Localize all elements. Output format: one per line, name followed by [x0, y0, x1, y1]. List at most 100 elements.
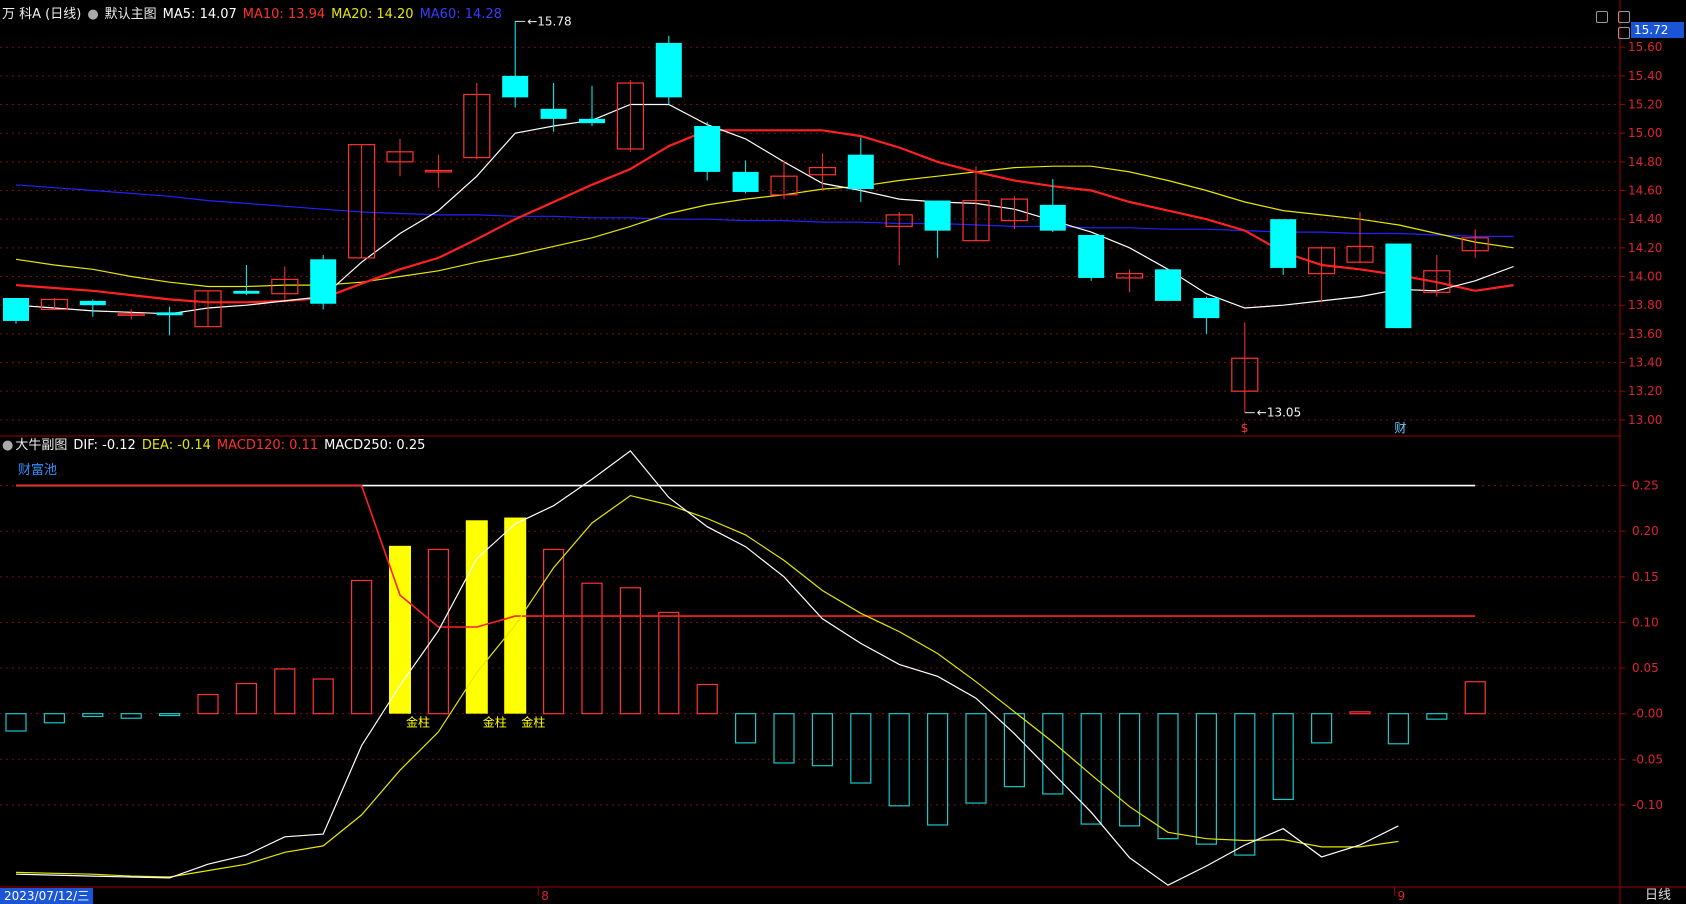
- candle-body: [1155, 269, 1181, 301]
- candle: [1193, 296, 1220, 334]
- current-price-tag: 15.72: [1631, 22, 1684, 38]
- macd-bar: [351, 579, 373, 715]
- month-label: 9: [1398, 889, 1406, 903]
- sub-settings-icon[interactable]: ●: [2, 438, 13, 453]
- candle: [924, 200, 951, 258]
- candle-body: [310, 259, 337, 304]
- macd-bar: [696, 683, 718, 715]
- candle: [156, 306, 183, 336]
- macd-bar: [965, 713, 987, 804]
- maximize-icon[interactable]: [1618, 11, 1630, 23]
- ma5-value: MA5: 14.07: [162, 7, 237, 22]
- macd-bar: [811, 713, 834, 767]
- panel-toggle-icon[interactable]: [1618, 27, 1630, 39]
- y-tick-label: 0.25: [1632, 479, 1659, 493]
- golden-bar-label: 金柱: [483, 715, 507, 730]
- dif-value: DIF: -0.12: [73, 438, 136, 453]
- collapse-icon[interactable]: [1596, 11, 1608, 23]
- candle: [1155, 269, 1181, 301]
- macd-bar: [1310, 713, 1333, 744]
- candle: [616, 80, 645, 152]
- candle: [233, 265, 260, 296]
- macd-bar: [5, 713, 27, 732]
- candle-body: [540, 108, 567, 119]
- macd-bar: [159, 713, 181, 717]
- candle: [1115, 269, 1144, 293]
- y-tick-label: 13.60: [1628, 327, 1662, 341]
- macd-bar: [274, 668, 296, 715]
- y-tick-label: 0.10: [1632, 615, 1659, 629]
- y-tick-label: 14.40: [1628, 212, 1662, 226]
- macd-bar: [1195, 713, 1218, 845]
- candle-body: [924, 200, 951, 231]
- cursor-date: 2023/07/12/三: [0, 888, 93, 904]
- candle-body: [732, 171, 759, 192]
- candle-body: [3, 298, 29, 321]
- sub-panel-name[interactable]: 大牛副图: [15, 438, 67, 453]
- macd-bar: [773, 713, 795, 764]
- macd-bar: [1118, 713, 1141, 827]
- macd-bar: [82, 713, 104, 718]
- candle-body: [694, 126, 721, 172]
- macd-bar: [1464, 681, 1486, 715]
- golden-bar-label: 金柱: [406, 715, 430, 730]
- y-tick-label: 13.20: [1628, 384, 1662, 398]
- candle: [655, 35, 682, 105]
- candle: [1270, 219, 1297, 276]
- ma10-value: MA10: 13.94: [242, 7, 326, 22]
- stock-name[interactable]: 万 科A (日线): [2, 7, 81, 22]
- y-tick-label: -0.05: [1632, 752, 1663, 766]
- candle: [271, 266, 299, 300]
- y-tick-label: 0.20: [1632, 524, 1659, 538]
- candle: [885, 212, 913, 266]
- macd-bar: [1272, 713, 1294, 801]
- candle-body: [79, 300, 106, 306]
- macd-bar: [1157, 713, 1179, 840]
- macd-bar: [619, 587, 642, 715]
- ma5-line: [15, 103, 1514, 315]
- macd-bar: [850, 713, 872, 784]
- candle-body: [502, 75, 529, 98]
- event-marker: 财: [1394, 421, 1406, 435]
- y-tick-label: 14.20: [1628, 241, 1662, 255]
- y-tick-label: 14.00: [1628, 270, 1662, 284]
- macd-bar: [734, 713, 757, 744]
- macd250-value: MACD250: 0.25: [324, 438, 426, 453]
- macd-bar: [1387, 713, 1410, 745]
- macd-bar: [581, 582, 603, 715]
- y-tick-label: 15.00: [1628, 126, 1662, 140]
- candle: [1000, 196, 1029, 230]
- candle: [502, 21, 529, 108]
- macd-bar: [197, 693, 219, 715]
- macd120-line: [16, 484, 1476, 628]
- candle-body: [579, 118, 605, 124]
- macd-bar: [658, 611, 680, 715]
- y-tick-label: 14.60: [1628, 184, 1662, 198]
- wealth-pool-label: 财富池: [18, 463, 58, 478]
- candle: [3, 298, 29, 324]
- candle: [732, 160, 759, 194]
- macd-bar: [1042, 713, 1064, 795]
- y-tick-label: 14.80: [1628, 155, 1662, 169]
- macd-bar: [43, 713, 66, 724]
- candle: [117, 309, 145, 320]
- y-tick-label: 13.40: [1628, 356, 1662, 370]
- extreme-price-label: ←13.05: [1257, 406, 1301, 420]
- y-tick-label: -0.00: [1632, 707, 1663, 721]
- candle-body: [1385, 243, 1412, 329]
- candle-body: [847, 154, 874, 190]
- month-label: 8: [541, 889, 549, 903]
- panel-settings-icon[interactable]: ●: [87, 7, 98, 22]
- y-tick-label: 0.05: [1632, 661, 1659, 675]
- candle-body: [233, 290, 260, 294]
- period-mode[interactable]: 日线: [1630, 888, 1686, 904]
- macd-bar: [1003, 713, 1026, 788]
- dea-line: [15, 494, 1399, 878]
- candle-body: [156, 312, 183, 316]
- main-panel-name[interactable]: 默认主图: [105, 7, 157, 22]
- candle-body: [1078, 234, 1105, 278]
- macd-bar: [1426, 713, 1448, 720]
- macd-bar: [1234, 713, 1256, 856]
- candle: [79, 299, 106, 317]
- candle: [386, 138, 414, 177]
